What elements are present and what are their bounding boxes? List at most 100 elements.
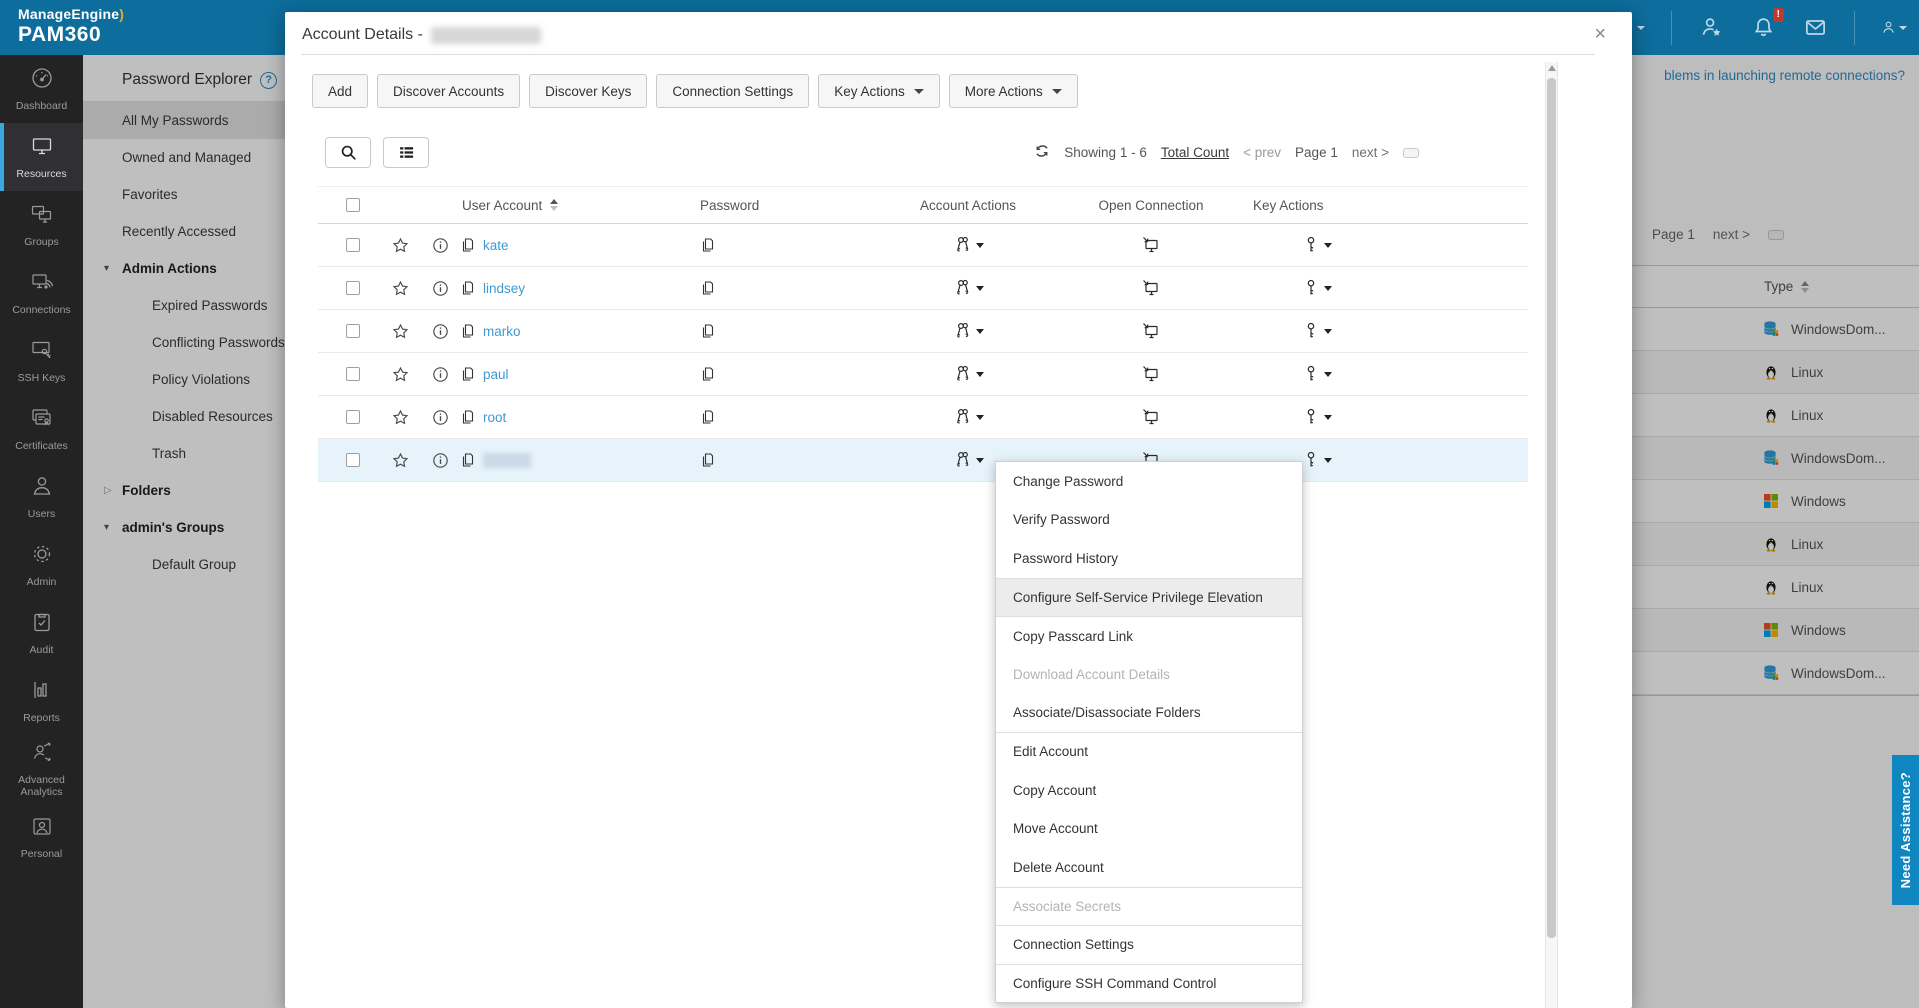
sidebar-item[interactable]: Certificates: [0, 395, 83, 463]
user-account-link[interactable]: kate: [483, 238, 509, 253]
next-button[interactable]: next >: [1352, 145, 1389, 160]
copy-password-icon[interactable]: [700, 237, 716, 253]
open-connection-button[interactable]: [1141, 278, 1161, 298]
row-checkbox[interactable]: [346, 410, 360, 424]
account-row[interactable]: marko: [318, 310, 1528, 353]
favorite-star-icon[interactable]: [380, 366, 420, 383]
sidebar-item[interactable]: Users: [0, 463, 83, 531]
close-icon[interactable]: ×: [1594, 24, 1606, 44]
open-connection-button[interactable]: [1141, 407, 1161, 427]
copy-icon[interactable]: [460, 323, 476, 339]
account-actions-dropdown[interactable]: [953, 450, 984, 470]
menu-item[interactable]: Verify Password: [996, 501, 1302, 540]
page-size-option[interactable]: [1463, 148, 1479, 158]
menu-item[interactable]: Copy Account: [996, 771, 1302, 810]
menu-item[interactable]: Change Password: [996, 462, 1302, 501]
user-account-link[interactable]: marko: [483, 324, 521, 339]
copy-icon[interactable]: [460, 409, 476, 425]
search-button[interactable]: [325, 137, 371, 168]
account-actions-dropdown[interactable]: [953, 321, 984, 341]
favorite-star-icon[interactable]: [380, 452, 420, 469]
menu-item[interactable]: Download Account Details: [996, 655, 1302, 694]
list-view-button[interactable]: [383, 137, 429, 168]
key-actions-dropdown[interactable]: [1301, 450, 1332, 470]
sidebar-item[interactable]: Reports: [0, 667, 83, 735]
copy-password-icon[interactable]: [700, 366, 716, 382]
menu-item[interactable]: Delete Account: [996, 848, 1302, 887]
info-icon[interactable]: [420, 323, 460, 340]
key-actions-dropdown[interactable]: [1301, 321, 1332, 341]
toolbar-button[interactable]: Discover Accounts: [377, 74, 521, 108]
open-connection-button[interactable]: [1141, 321, 1161, 341]
sidebar-item[interactable]: Admin: [0, 531, 83, 599]
menu-item[interactable]: Connection Settings: [996, 925, 1302, 964]
toolbar-button[interactable]: Discover Keys: [529, 74, 648, 108]
key-actions-dropdown[interactable]: [1301, 278, 1332, 298]
user-star-icon[interactable]: [1698, 15, 1724, 41]
copy-icon[interactable]: [460, 237, 476, 253]
sidebar-item[interactable]: Personal: [0, 803, 83, 871]
sidebar-item[interactable]: Connections: [0, 259, 83, 327]
info-icon[interactable]: [420, 366, 460, 383]
toolbar-button[interactable]: Add: [312, 74, 369, 108]
sidebar-item[interactable]: Dashboard: [0, 55, 83, 123]
select-all-checkbox[interactable]: [346, 198, 360, 212]
info-icon[interactable]: [420, 452, 460, 469]
menu-item[interactable]: Move Account: [996, 809, 1302, 848]
key-actions-dropdown[interactable]: [1301, 364, 1332, 384]
favorite-star-icon[interactable]: [380, 280, 420, 297]
menu-item[interactable]: Password History: [996, 539, 1302, 578]
account-actions-dropdown[interactable]: [953, 235, 984, 255]
page-size-option[interactable]: [1403, 147, 1419, 158]
copy-password-icon[interactable]: [700, 323, 716, 339]
account-row[interactable]: root: [318, 396, 1528, 439]
user-account-link[interactable]: paul: [483, 367, 509, 382]
key-actions-dropdown[interactable]: [1301, 235, 1332, 255]
toolbar-button[interactable]: More Actions: [948, 74, 1078, 108]
copy-icon[interactable]: [460, 280, 476, 296]
scrollbar-thumb[interactable]: [1547, 78, 1556, 938]
open-connection-button[interactable]: [1141, 235, 1161, 255]
account-actions-dropdown[interactable]: [953, 407, 984, 427]
menu-item[interactable]: Configure Self-Service Privilege Elevati…: [996, 577, 1302, 617]
need-assistance-tab[interactable]: Need Assistance?: [1892, 755, 1919, 905]
row-checkbox[interactable]: [346, 281, 360, 295]
account-row[interactable]: [318, 439, 1528, 482]
info-icon[interactable]: [420, 409, 460, 426]
scroll-up-icon[interactable]: [1548, 65, 1556, 71]
favorite-star-icon[interactable]: [380, 409, 420, 426]
user-account-link[interactable]: lindsey: [483, 281, 525, 296]
sidebar-item[interactable]: Advanced Analytics: [0, 735, 83, 803]
row-checkbox[interactable]: [346, 238, 360, 252]
page-size-option[interactable]: [1433, 148, 1449, 158]
sidebar-item[interactable]: Audit: [0, 599, 83, 667]
favorite-star-icon[interactable]: [380, 237, 420, 254]
row-checkbox[interactable]: [346, 324, 360, 338]
menu-item[interactable]: Edit Account: [996, 732, 1302, 771]
user-account-link[interactable]: root: [483, 410, 506, 425]
info-icon[interactable]: [420, 280, 460, 297]
menu-item[interactable]: Configure SSH Command Control: [996, 963, 1302, 1003]
sort-icon[interactable]: [550, 199, 559, 211]
total-count-link[interactable]: Total Count: [1161, 145, 1229, 160]
page-size-option[interactable]: [1493, 148, 1509, 158]
copy-password-icon[interactable]: [700, 280, 716, 296]
row-checkbox[interactable]: [346, 453, 360, 467]
copy-password-icon[interactable]: [700, 409, 716, 425]
info-icon[interactable]: [420, 237, 460, 254]
row-checkbox[interactable]: [346, 367, 360, 381]
menu-item[interactable]: Copy Passcard Link: [996, 616, 1302, 655]
user-account-column-header[interactable]: User Account: [462, 198, 542, 213]
prev-button[interactable]: < prev: [1243, 145, 1281, 160]
toolbar-button[interactable]: Connection Settings: [656, 74, 810, 108]
sidebar-item[interactable]: SSH Keys: [0, 327, 83, 395]
account-row[interactable]: lindsey: [318, 267, 1528, 310]
brand-logo[interactable]: ManageEngine) PAM360: [18, 6, 124, 47]
mail-icon[interactable]: [1802, 15, 1828, 41]
account-row[interactable]: paul: [318, 353, 1528, 396]
copy-icon[interactable]: [460, 452, 476, 468]
open-connection-button[interactable]: [1141, 364, 1161, 384]
account-actions-dropdown[interactable]: [953, 278, 984, 298]
profile-icon[interactable]: [1881, 15, 1907, 41]
favorite-star-icon[interactable]: [380, 323, 420, 340]
